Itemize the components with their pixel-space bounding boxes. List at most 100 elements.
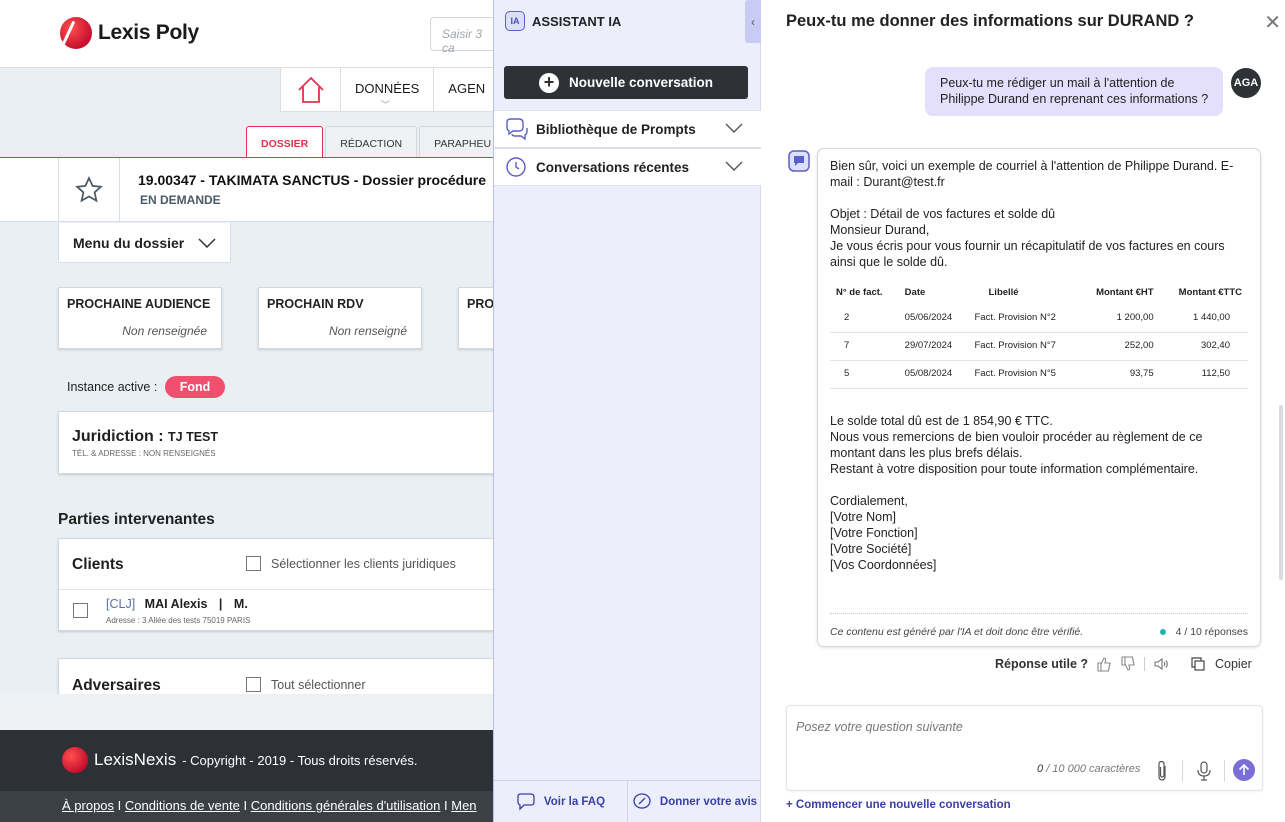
- chevron-left-icon: ‹: [751, 14, 755, 29]
- tab-parapheur[interactable]: PARAPHEU: [419, 126, 495, 158]
- send-button[interactable]: [1233, 759, 1255, 781]
- thumbs-up-icon[interactable]: [1096, 656, 1112, 672]
- question-input[interactable]: Posez votre question suivante 0 / 10 000…: [786, 705, 1263, 791]
- table-cell: 05/08/2024: [898, 360, 969, 389]
- adversaires-label: Adversaires: [72, 677, 161, 694]
- copy-button[interactable]: Copier: [1190, 656, 1252, 672]
- table-cell: 5: [830, 360, 899, 389]
- ai-assistant-icon: [788, 150, 810, 175]
- thumbs-down-icon[interactable]: [1120, 656, 1136, 672]
- home-button[interactable]: [281, 68, 341, 111]
- menu-dossier-label: Menu du dossier: [73, 235, 185, 251]
- column-header: Date: [904, 287, 926, 298]
- recent-conversations-label: Conversations récentes: [536, 159, 690, 175]
- background-app: Lexis Poly Saisir 3 ca DONNÉES ﹀ AGEN DO…: [0, 0, 495, 822]
- search-input[interactable]: Saisir 3 ca: [430, 17, 495, 55]
- speaker-icon[interactable]: [1153, 656, 1169, 672]
- table-cell: 2: [830, 304, 899, 333]
- response-intro: Bien sûr, voici un exemple de courriel à…: [830, 159, 1234, 189]
- favorite-button[interactable]: [58, 158, 120, 222]
- ai-disclaimer: Ce contenu est généré par l'IA et doit d…: [830, 626, 1084, 638]
- assistant-footer: Voir la FAQ Donner votre avis: [494, 780, 761, 822]
- chat-icon: [517, 792, 535, 811]
- instance-badge[interactable]: Fond: [165, 376, 225, 398]
- feedback-label: Donner votre avis: [659, 795, 758, 808]
- microphone-icon[interactable]: [1196, 760, 1212, 782]
- copy-label: Copier: [1215, 657, 1252, 671]
- prompts-library-accordion[interactable]: Bibliothèque de Prompts: [494, 110, 761, 148]
- card-title: PRO: [467, 297, 495, 311]
- parties-heading: Parties intervenantes: [58, 511, 215, 528]
- column-header: Libellé: [988, 287, 1019, 298]
- new-conversation-button[interactable]: + Nouvelle conversation: [504, 66, 748, 99]
- footer-link-apropos[interactable]: À propos: [62, 798, 114, 813]
- client-title: M.: [233, 597, 248, 611]
- chat-scrollbar[interactable]: [1279, 405, 1283, 580]
- chat-title: Peux-tu me donner des informations sur D…: [786, 12, 1194, 30]
- new-conversation-link[interactable]: + Commencer une nouvelle conversation: [786, 799, 1011, 811]
- table-cell: 93,75: [1078, 360, 1160, 389]
- response-signature: Cordialement, [Votre Nom] [Votre Fonctio…: [830, 493, 937, 572]
- juridiction-label: Juridiction :: [72, 428, 164, 445]
- table-cell: Fact. Provision N°2: [968, 304, 1079, 333]
- lexis-poly-logo[interactable]: Lexis Poly: [60, 17, 199, 49]
- attachment-icon[interactable]: [1155, 760, 1169, 782]
- collapse-sidebar-button[interactable]: ‹: [745, 0, 761, 43]
- main-nav: DONNÉES ﹀ AGEN: [280, 68, 495, 112]
- menu-dossier-dropdown[interactable]: Menu du dossier: [58, 223, 231, 263]
- lexisnexis-logo-icon: [62, 747, 88, 773]
- nav-donnees-label: DONNÉES: [355, 81, 420, 96]
- card-pro[interactable]: PRO: [458, 287, 495, 349]
- chat-panel: Peux-tu me donner des informations sur D…: [761, 0, 1285, 822]
- assistant-sidebar: IA ASSISTANT IA ‹ + Nouvelle conversatio…: [493, 0, 761, 822]
- tab-redaction[interactable]: RÉDACTION: [325, 126, 418, 158]
- chat-bubbles-icon: [506, 118, 528, 140]
- adversaires-select-label: Tout sélectionner: [271, 677, 366, 692]
- faq-label: Voir la FAQ: [543, 795, 606, 808]
- card-value: Non renseigné: [328, 324, 407, 338]
- card-title: PROCHAINE AUDIENCE: [67, 297, 211, 311]
- char-limit: / 10 000 caractères: [1046, 763, 1141, 775]
- table-cell: 29/07/2024: [898, 332, 969, 361]
- close-icon[interactable]: ✕: [1264, 10, 1281, 35]
- nav-agenda-label: AGEN: [448, 81, 486, 96]
- tab-dossier[interactable]: DOSSIER: [246, 126, 324, 158]
- assistant-title: ASSISTANT IA: [532, 13, 622, 29]
- ai-assistant-icon: IA: [505, 11, 525, 31]
- status-dot-icon: [1159, 629, 1166, 636]
- plus-icon: +: [538, 72, 559, 93]
- footer-link-mentions[interactable]: Men: [451, 798, 476, 813]
- table-row: 5 05/08/2024 Fact. Provision N°5 93,75 1…: [830, 360, 1248, 389]
- response-body: Objet : Détail de vos factures et solde …: [830, 207, 1225, 269]
- lexisnexis-logo-icon: [60, 17, 92, 49]
- user-avatar: AGA: [1231, 68, 1261, 98]
- home-icon: [297, 76, 324, 103]
- chevron-down-icon: ﹀: [381, 100, 391, 110]
- feedback-pen-icon: [633, 792, 651, 809]
- footer-link-cgu[interactable]: Conditions générales d'utilisation: [251, 798, 441, 813]
- card-title: PROCHAIN RDV: [267, 297, 364, 311]
- dossier-header: 19.00347 - TAKIMATA SANCTUS - Dossier pr…: [0, 158, 495, 222]
- nav-donnees[interactable]: DONNÉES ﹀: [341, 68, 435, 111]
- juridiction-card: Juridiction : TJ TEST TÉL. & ADRESSE : N…: [58, 411, 495, 474]
- faq-button[interactable]: Voir la FAQ: [494, 781, 627, 822]
- card-value: Non renseignée: [122, 324, 207, 338]
- recent-conversations-accordion[interactable]: Conversations récentes: [494, 148, 761, 186]
- clients-select-checkbox[interactable]: [246, 556, 261, 571]
- footer-link-conditions-vente[interactable]: Conditions de vente: [125, 798, 240, 813]
- chevron-down-icon: [725, 161, 743, 171]
- nav-agenda[interactable]: AGEN: [434, 68, 495, 111]
- useful-feedback: Réponse utile ?: [995, 656, 1169, 672]
- feedback-button[interactable]: Donner votre avis: [627, 781, 761, 822]
- card-prochaine-audience[interactable]: PROCHAINE AUDIENCE Non renseignée: [58, 287, 222, 349]
- clients-label: Clients: [72, 556, 124, 573]
- copy-icon: [1191, 657, 1205, 671]
- adversaires-select-checkbox[interactable]: [246, 677, 261, 692]
- client-checkbox[interactable]: [73, 603, 88, 618]
- clients-card: Clients Sélectionner les clients juridiq…: [58, 538, 495, 631]
- client-name[interactable]: MAI Alexis: [145, 597, 208, 611]
- table-cell: 1 440,00: [1159, 304, 1248, 333]
- response-closing: Le solde total dû est de 1 854,90 € TTC.…: [830, 413, 1203, 476]
- table-cell: 7: [830, 332, 899, 361]
- card-prochain-rdv[interactable]: PROCHAIN RDV Non renseigné: [258, 287, 422, 349]
